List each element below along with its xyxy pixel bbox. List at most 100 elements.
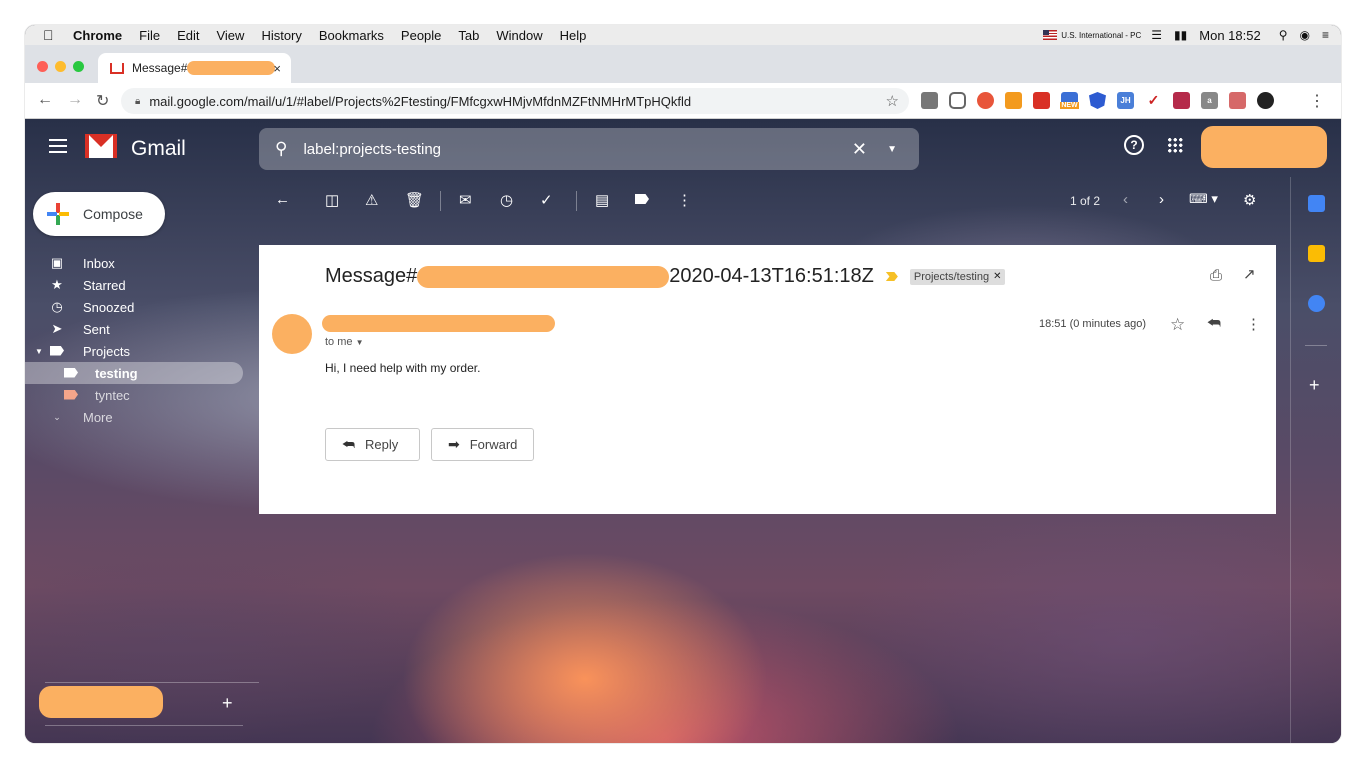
- browser-menu-icon[interactable]: ⋮: [1309, 91, 1325, 111]
- gmail-logo-icon[interactable]: [85, 134, 117, 158]
- gmail-wordmark[interactable]: Gmail: [131, 137, 186, 161]
- newer-chevron-icon[interactable]: ‹: [1123, 191, 1128, 208]
- nav-item-projects[interactable]: ▼ Projects: [25, 340, 245, 362]
- menu-view[interactable]: View: [216, 28, 244, 43]
- keyboard-input-menu[interactable]: U.S. International - PC: [1043, 30, 1141, 40]
- report-spam-icon[interactable]: ⚠: [365, 191, 378, 209]
- sender-avatar[interactable]: [272, 314, 312, 354]
- back-arrow-icon[interactable]: ←: [37, 91, 53, 109]
- older-chevron-icon[interactable]: ›: [1159, 191, 1164, 208]
- forward-arrow-icon[interactable]: →: [67, 91, 83, 109]
- label-chip[interactable]: Projects/testing ✕: [909, 268, 1006, 285]
- nav-item-starred[interactable]: ★ Starred: [25, 274, 245, 296]
- adblock-extension-icon[interactable]: [977, 92, 994, 109]
- nav-item-sent[interactable]: ➤ Sent: [25, 318, 245, 340]
- help-icon[interactable]: ?: [1124, 135, 1144, 155]
- profile-avatar-icon[interactable]: [1257, 92, 1274, 109]
- nav-item-inbox[interactable]: ▣ Inbox: [25, 252, 245, 274]
- menu-tab[interactable]: Tab: [458, 28, 479, 43]
- redacted-sender-name[interactable]: [322, 315, 555, 332]
- tab-close-button[interactable]: ×: [273, 61, 281, 76]
- back-to-list-icon[interactable]: ←: [275, 191, 290, 208]
- zoom-window-button[interactable]: [73, 61, 84, 72]
- battery-icon[interactable]: ▮▮: [1174, 28, 1187, 42]
- menu-history[interactable]: History: [261, 28, 301, 43]
- mac-menubar:  Chrome File Edit View History Bookmark…: [25, 25, 1341, 45]
- add-to-tasks-icon[interactable]: ✓: [540, 191, 553, 209]
- menu-help[interactable]: Help: [560, 28, 587, 43]
- nav-item-tyntec[interactable]: tyntec: [25, 384, 245, 406]
- a-extension-icon[interactable]: a: [1201, 92, 1218, 109]
- details-caret-icon[interactable]: ▼: [356, 338, 364, 347]
- compose-button[interactable]: Compose: [33, 192, 165, 236]
- nav-item-snoozed[interactable]: ◷ Snoozed: [25, 296, 245, 318]
- recipient-details[interactable]: to me ▼: [325, 336, 364, 348]
- get-addons-plus-icon[interactable]: +: [1309, 375, 1320, 396]
- new-extension-icon[interactable]: NEW: [1060, 92, 1079, 109]
- menu-edit[interactable]: Edit: [177, 28, 199, 43]
- spotlight-search-icon[interactable]: ⚲: [1279, 28, 1288, 42]
- search-options-icon[interactable]: ▼: [887, 144, 897, 155]
- menu-people[interactable]: People: [401, 28, 441, 43]
- message-more-icon[interactable]: ⋮: [1246, 315, 1261, 333]
- reply-icon[interactable]: ⮪: [1207, 315, 1221, 332]
- delete-icon[interactable]: 🗑︎: [405, 191, 424, 209]
- search-bar[interactable]: ⚲ label:projects-testing ✕ ▼: [259, 128, 919, 170]
- google-apps-icon[interactable]: [1167, 137, 1183, 153]
- shield-extension-icon[interactable]: [1089, 92, 1106, 109]
- mail-extension-icon[interactable]: [921, 92, 938, 109]
- orange-extension-icon[interactable]: [1005, 92, 1022, 109]
- reload-icon[interactable]: ↻: [96, 91, 109, 111]
- main-menu-icon[interactable]: [49, 139, 67, 153]
- account-button[interactable]: [1201, 126, 1327, 168]
- checkmark-extension-icon[interactable]: ✓: [1145, 92, 1162, 109]
- minimize-window-button[interactable]: [55, 61, 66, 72]
- menu-bookmarks[interactable]: Bookmarks: [319, 28, 384, 43]
- menu-file[interactable]: File: [139, 28, 160, 43]
- nav-item-more[interactable]: ⌄ More: [25, 406, 245, 428]
- input-tools-icon[interactable]: ⌨ ▾: [1189, 191, 1218, 207]
- lock-icon[interactable]: 🔒︎: [135, 96, 140, 107]
- hangouts-user-chip[interactable]: [39, 686, 163, 718]
- notification-center-icon[interactable]: ≡: [1322, 28, 1329, 42]
- calendar-icon[interactable]: [1308, 195, 1325, 212]
- keep-icon[interactable]: [1308, 245, 1325, 262]
- mark-unread-icon[interactable]: ✉: [459, 191, 472, 209]
- jh-extension-icon[interactable]: JH: [1117, 92, 1134, 109]
- snooze-icon[interactable]: ◷: [500, 191, 513, 209]
- new-conversation-plus-icon[interactable]: +: [222, 693, 233, 714]
- wifi-icon[interactable]: ☰: [1151, 28, 1162, 42]
- archive-icon[interactable]: ◫: [325, 191, 339, 209]
- menu-window[interactable]: Window: [496, 28, 542, 43]
- pocket-extension-icon[interactable]: [949, 92, 966, 109]
- importance-marker-icon[interactable]: [885, 272, 898, 281]
- grid-extension-icon[interactable]: [1173, 92, 1190, 109]
- forward-button[interactable]: ➡ Forward: [431, 428, 534, 461]
- open-in-new-window-icon[interactable]: ↗: [1243, 265, 1256, 283]
- expand-caret-icon[interactable]: ▼: [35, 347, 43, 356]
- pdf-extension-icon[interactable]: [1033, 92, 1050, 109]
- remove-label-icon[interactable]: ✕: [993, 271, 1001, 282]
- active-tab[interactable]: Message# ×: [98, 53, 291, 83]
- nav-label-starred: Starred: [83, 277, 126, 293]
- nav-item-testing[interactable]: testing: [25, 362, 243, 384]
- menu-app-chrome[interactable]: Chrome: [73, 28, 122, 43]
- labels-icon[interactable]: [635, 191, 649, 208]
- close-window-button[interactable]: [37, 61, 48, 72]
- siri-icon[interactable]: ◉: [1300, 28, 1310, 42]
- search-input[interactable]: label:projects-testing: [303, 141, 441, 158]
- reply-button[interactable]: ⮪ Reply: [325, 428, 420, 461]
- settings-gear-icon[interactable]: ⚙: [1243, 191, 1256, 209]
- move-to-icon[interactable]: ▤: [595, 191, 609, 209]
- bookmark-star-icon[interactable]: ☆: [886, 92, 899, 110]
- clear-search-icon[interactable]: ✕: [852, 139, 867, 160]
- red-page-extension-icon[interactable]: [1229, 92, 1246, 109]
- menubar-clock[interactable]: Mon 18:52: [1199, 28, 1260, 43]
- apple-icon[interactable]: : [43, 27, 57, 43]
- tasks-icon[interactable]: [1308, 295, 1325, 312]
- print-icon[interactable]: ⎙: [1210, 267, 1222, 284]
- star-message-icon[interactable]: ☆: [1170, 315, 1185, 335]
- search-icon[interactable]: ⚲: [275, 139, 287, 159]
- more-actions-icon[interactable]: ⋮: [677, 191, 692, 209]
- address-bar[interactable]: 🔒︎ mail.google.com/mail/u/1/#label/Proje…: [121, 88, 909, 114]
